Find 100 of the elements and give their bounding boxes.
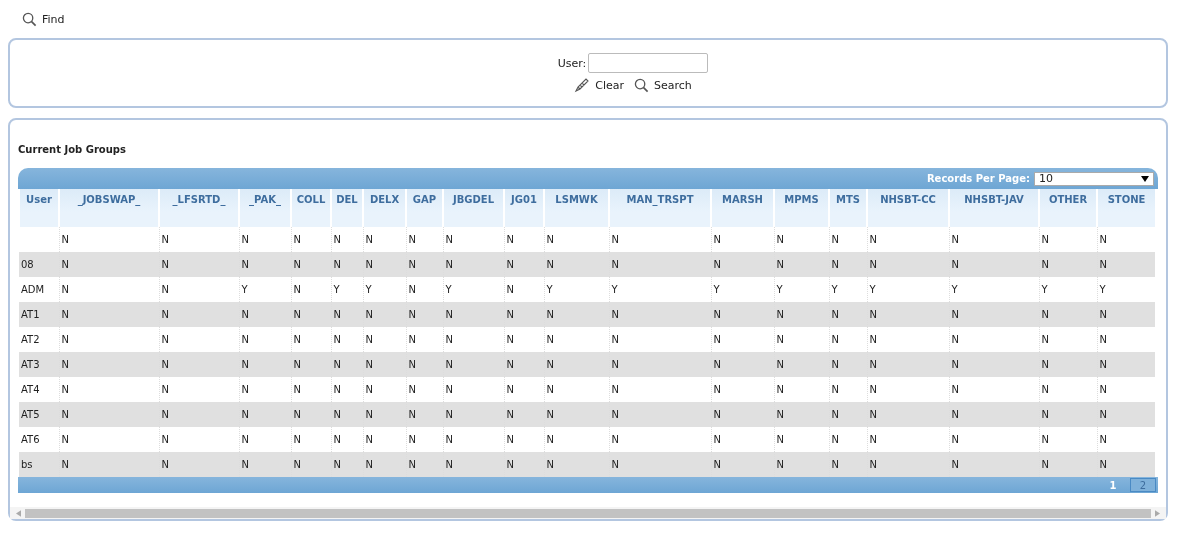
table-cell: N [713,259,721,270]
table-cell: N [869,334,877,345]
table-cell: N [546,409,554,420]
table-cell: N [869,409,877,420]
table-cell: N [951,234,959,245]
table-cell: N [546,259,554,270]
table-cell: N [1099,384,1107,395]
column-header[interactable]: User [19,189,59,227]
table-cell: N [776,309,784,320]
column-header[interactable]: MTS [829,189,867,227]
table-cell: N [333,409,341,420]
table-cell: Y [445,284,452,295]
table-cell: N [161,434,169,445]
table-cell: N [333,234,341,245]
table-cell: N [333,384,341,395]
table-cell: N [776,234,784,245]
horizontal-scrollbar[interactable] [10,507,1166,519]
table-cell: N [713,359,721,370]
table-cell: N [869,259,877,270]
column-header[interactable]: STONE [1097,189,1155,227]
table-cell: N [445,384,453,395]
table-cell: AT6 [21,434,40,445]
table-cell: AT3 [21,359,40,370]
records-per-page-dropdown[interactable]: 10 [1034,171,1154,186]
table-cell: N [611,309,619,320]
table-cell: N [831,459,839,470]
table-cell: N [161,334,169,345]
column-header[interactable]: JG01 [504,189,544,227]
table-cell: N [506,334,514,345]
column-header[interactable]: JBGDEL [443,189,504,227]
column-header[interactable]: OTHER [1039,189,1097,227]
column-header[interactable]: NHSBT-CC [867,189,949,227]
column-header[interactable]: MAN_TRSPT [609,189,711,227]
table-cell: N [1041,359,1049,370]
table-cell: N [776,409,784,420]
search-icon [634,77,649,93]
table-cell: N [293,284,301,295]
column-header[interactable]: GAP [406,189,443,227]
column-header[interactable]: MPMS [774,189,829,227]
table-cell: N [241,234,249,245]
search-button[interactable]: Search [630,77,696,93]
column-header[interactable]: COLL [291,189,331,227]
table-cell: N [776,434,784,445]
column-header[interactable]: _JOBSWAP_ [59,189,159,227]
table-cell: N [611,384,619,395]
table-cell: N [1041,334,1049,345]
table-cell: N [365,309,373,320]
table-cell: N [951,334,959,345]
table-cell: N [408,359,416,370]
table-cell: N [1099,409,1107,420]
table-cell: N [61,334,69,345]
table-cell: N [546,384,554,395]
table-cell: N [1041,259,1049,270]
scroll-left-icon [16,509,21,517]
table-cell: N [333,334,341,345]
find-button[interactable]: Find [18,11,69,27]
pencil-icon [574,77,591,93]
table-cell: N [831,334,839,345]
table-cell: N [293,334,301,345]
column-header[interactable]: _PAK_ [239,189,291,227]
table-cell: N [951,259,959,270]
table-cell: N [611,334,619,345]
table-cell: N [869,234,877,245]
table-cell: 08 [21,259,34,270]
table-cell: Y [713,284,720,295]
user-input-field[interactable] [588,53,709,73]
table-cell: N [408,384,416,395]
page-button[interactable]: 1 [1100,478,1126,492]
table-cell: N [333,309,341,320]
table-cell: N [776,334,784,345]
table-cell: N [1099,459,1107,470]
table-cell: Y [776,284,783,295]
column-header[interactable]: _LFSRTD_ [159,189,239,227]
table-cell: N [776,384,784,395]
table-cell: N [1099,259,1107,270]
page-button[interactable]: 2 [1130,478,1156,492]
table-cell: N [241,409,249,420]
search-icon [22,11,37,27]
column-header[interactable]: DEL [331,189,363,227]
table-cell: N [161,384,169,395]
table-cell: N [546,234,554,245]
table-cell: N [161,259,169,270]
records-per-page-label: Records Per Page: [926,173,1030,184]
table-cell: N [506,384,514,395]
column-header[interactable]: MARSH [711,189,774,227]
table-cell: N [61,409,69,420]
table-cell: N [445,259,453,270]
column-header[interactable]: NHSBT-JAV [949,189,1039,227]
table-cell: N [365,459,373,470]
table-cell: N [365,334,373,345]
table-cell: N [869,309,877,320]
column-header[interactable]: DELX [363,189,406,227]
table-cell: Y [951,284,958,295]
table-cell: N [445,334,453,345]
column-header[interactable]: LSMWK [544,189,609,227]
table-cell: N [831,234,839,245]
table-cell: N [713,309,721,320]
clear-button[interactable]: Clear [570,77,628,93]
table-cell: N [506,459,514,470]
table-cell: N [161,459,169,470]
